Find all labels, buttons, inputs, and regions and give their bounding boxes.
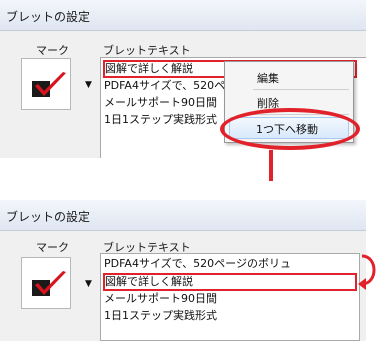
dropdown-arrow-icon[interactable]: ▼ <box>85 279 92 289</box>
list-item[interactable]: PDFA4サイズで、520ページのボリュ <box>104 256 356 272</box>
dialog-title: ブレットの設定 <box>6 210 91 224</box>
list-item-selected[interactable]: 図解で詳しく解説 <box>103 273 357 291</box>
checkmark-bullet-icon <box>32 271 66 296</box>
menu-separator <box>253 89 349 90</box>
menu-item-delete[interactable]: 削除 <box>257 95 279 111</box>
checkmark-bullet-icon <box>32 72 66 97</box>
dialog-title-bar: ブレットの設定 <box>0 200 366 231</box>
bullet-text-list[interactable]: PDFA4サイズで、520ページのボリュ 図解で詳しく解説 メールサポート90日… <box>100 253 360 341</box>
down-arrow-annotation-icon <box>269 150 273 181</box>
dialog-title-bar: ブレットの設定 <box>0 0 366 31</box>
mark-preview[interactable] <box>21 58 71 110</box>
dialog-body: マーク ブレットテキスト ▼ PDFA4サイズで、520ページのボリュ 図解で詳… <box>0 231 366 341</box>
curved-arrow-annotation-icon <box>358 254 376 290</box>
mark-preview[interactable] <box>21 257 71 309</box>
bullet-text-column-header: ブレットテキスト <box>103 44 191 57</box>
menu-separator <box>253 114 349 115</box>
menu-item-move-down-label: 1つ下へ移動 <box>256 123 318 136</box>
context-menu: 編集 削除 1つ下へ移動 <box>224 61 354 143</box>
list-item[interactable]: 1日1ステップ実践形式 <box>104 308 356 324</box>
dialog-title: ブレットの設定 <box>6 10 91 24</box>
mark-column-header: マーク <box>36 44 69 57</box>
bullet-settings-dialog-after: ブレットの設定 マーク ブレットテキスト ▼ PDFA4サイズで、520ページの… <box>0 200 366 341</box>
list-item[interactable]: メールサポート90日間 <box>104 291 356 307</box>
menu-item-move-down[interactable]: 1つ下へ移動 <box>229 117 349 139</box>
dropdown-arrow-icon[interactable]: ▼ <box>85 80 92 90</box>
mark-column-header: マーク <box>36 241 69 254</box>
menu-item-edit[interactable]: 編集 <box>257 70 279 86</box>
